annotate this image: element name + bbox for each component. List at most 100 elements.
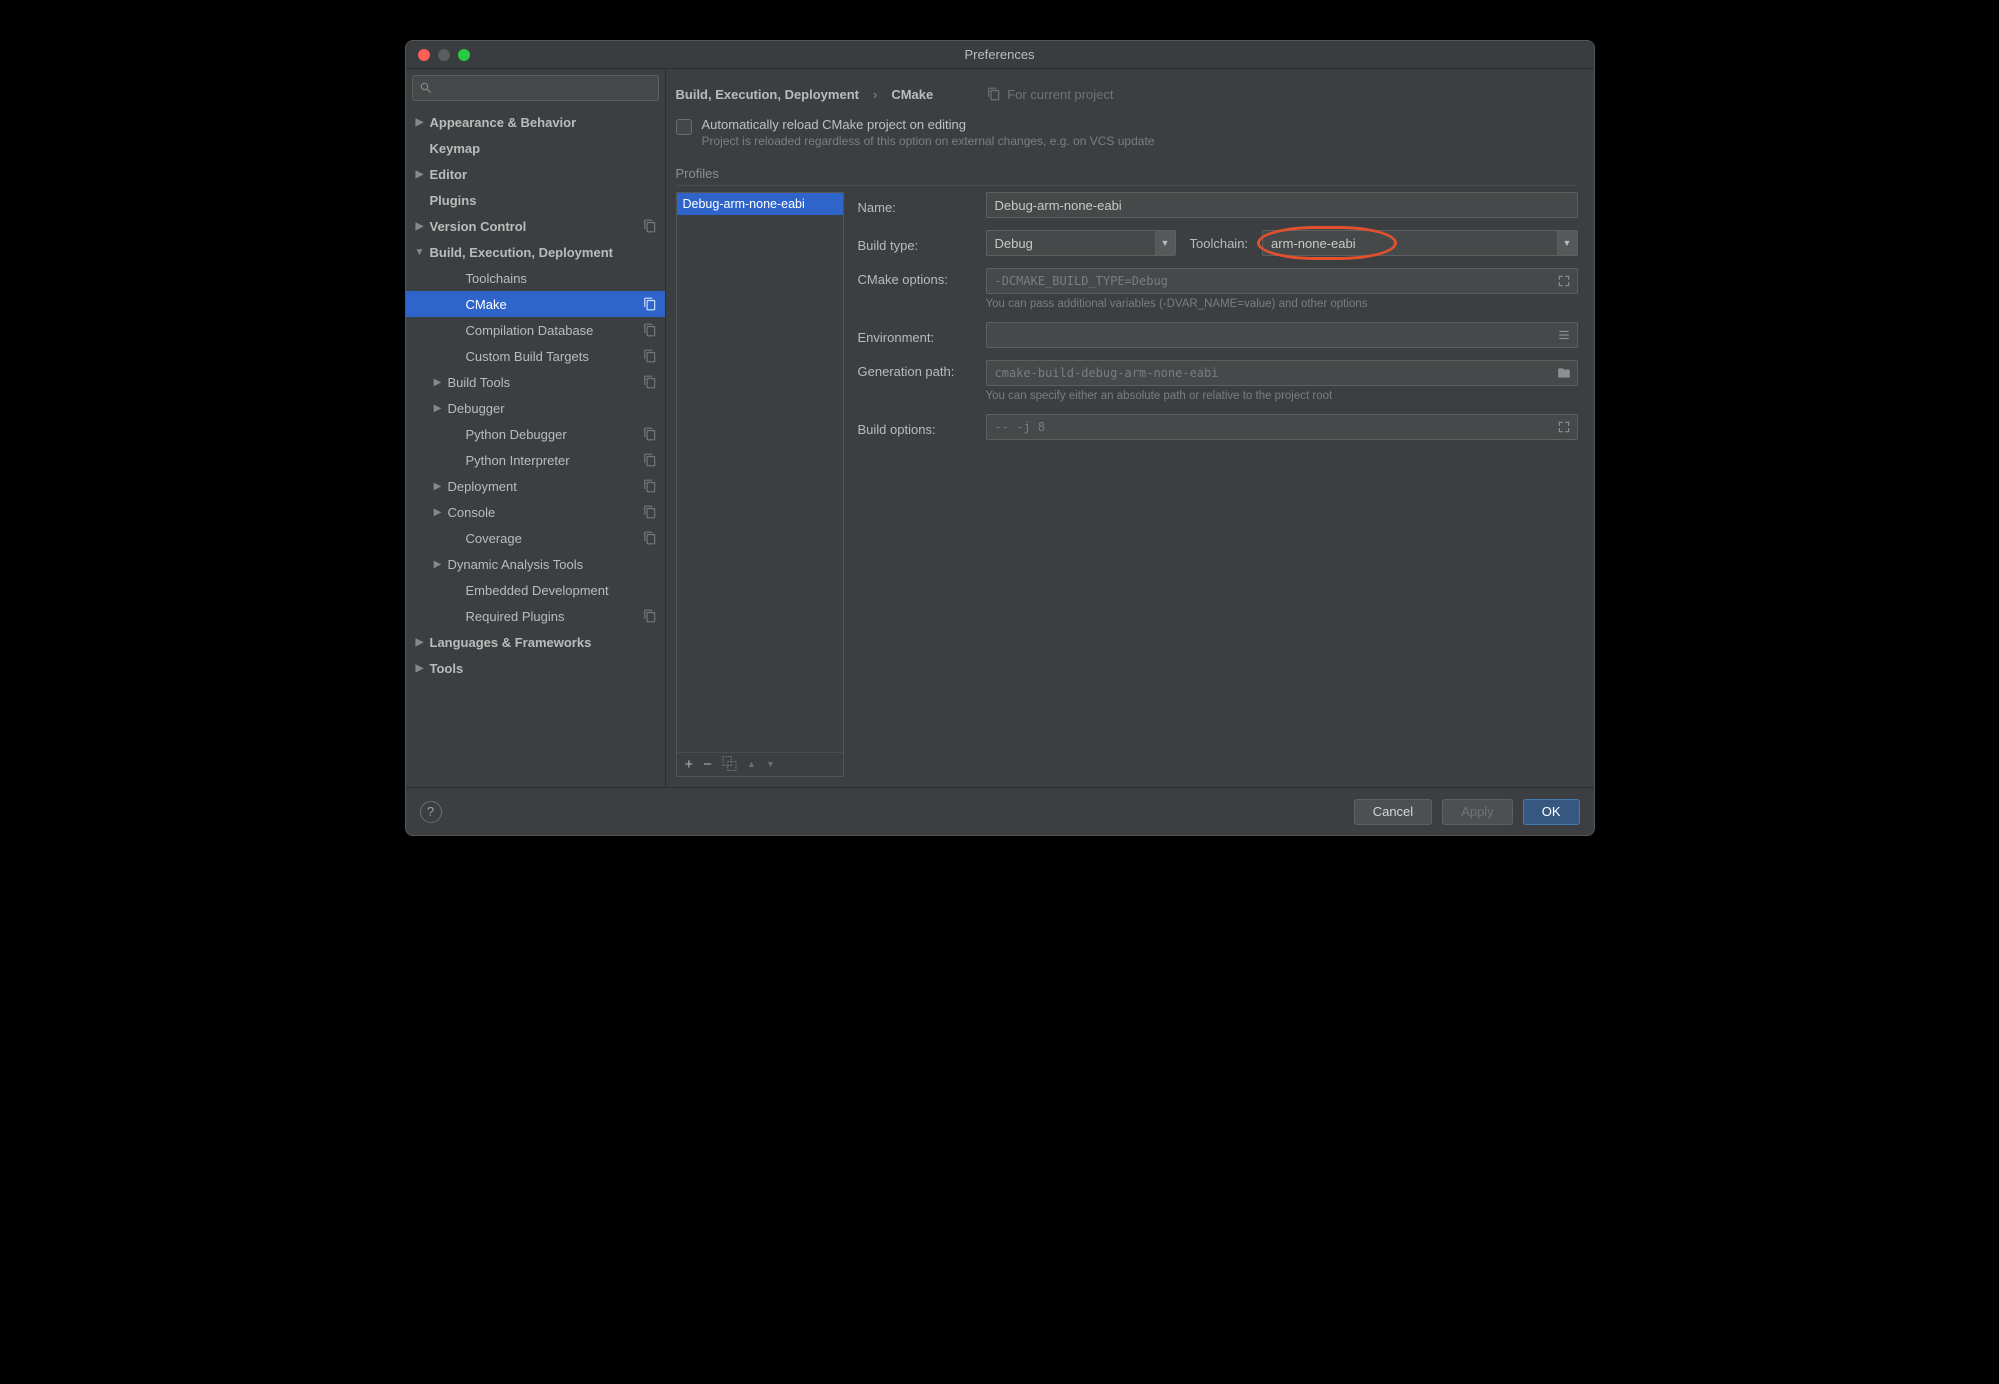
tree-item-embedded-development[interactable]: Embedded Development [406,577,665,603]
folder-icon[interactable] [1557,366,1571,380]
tree-item-label: Required Plugins [466,609,565,624]
tree-item-label: Dynamic Analysis Tools [448,557,584,572]
build-options-label: Build options: [858,418,974,437]
tree-item-custom-build-targets[interactable]: Custom Build Targets [406,343,665,369]
project-scope-icon [643,479,657,493]
search-input[interactable] [412,75,659,101]
tree-item-label: Coverage [466,531,522,546]
help-button[interactable]: ? [420,801,442,823]
project-scope-icon [643,427,657,441]
tree-item-build-execution-deployment[interactable]: ▼ Build, Execution, Deployment [406,239,665,265]
tree-item-cmake[interactable]: CMake [406,291,665,317]
tree-item-plugins[interactable]: Plugins [406,187,665,213]
tree-item-label: Console [448,505,496,520]
disclosure-arrow-icon: ▶ [432,377,444,388]
expand-icon[interactable] [1557,420,1571,434]
project-scope-icon [643,219,657,233]
tree-item-console[interactable]: ▶ Console [406,499,665,525]
copy-profile-button[interactable]: ⿻ [722,757,737,772]
remove-profile-button[interactable]: − [703,757,712,772]
cmake-options-input[interactable]: -DCMAKE_BUILD_TYPE=Debug [986,268,1578,294]
build-options-input[interactable]: -- -j 8 [986,414,1578,440]
tree-item-keymap[interactable]: Keymap [406,135,665,161]
environment-label: Environment: [858,326,974,345]
add-profile-button[interactable]: + [685,757,694,772]
copy-icon [987,87,1001,101]
profile-list-body[interactable]: Debug-arm-none-eabi [677,193,843,752]
breadcrumb-parent: Build, Execution, Deployment [676,87,859,102]
search-icon [419,81,433,95]
tree-item-tools[interactable]: ▶ Tools [406,655,665,681]
list-icon[interactable] [1557,328,1571,342]
tree-item-coverage[interactable]: Coverage [406,525,665,551]
breadcrumb-current: CMake [891,87,933,102]
tree-item-languages-frameworks[interactable]: ▶Languages & Frameworks [406,629,665,655]
profile-item[interactable]: Debug-arm-none-eabi [677,193,843,215]
body: ▶Appearance & Behavior Keymap ▶Editor Plugi… [406,69,1594,787]
auto-reload-row: Automatically reload CMake project on ed… [676,117,1578,148]
tree-item-appearance-behavior[interactable]: ▶Appearance & Behavior [406,109,665,135]
disclosure-arrow-icon: ▶ [414,117,426,128]
close-window-icon[interactable] [418,49,430,61]
tree-item-editor[interactable]: ▶Editor [406,161,665,187]
project-scope-icon [643,531,657,545]
minimize-window-icon[interactable] [438,49,450,61]
tree-item-label: Plugins [430,193,477,208]
auto-reload-desc: Project is reloaded regardless of this o… [702,134,1155,148]
name-input[interactable]: Debug-arm-none-eabi [986,192,1578,218]
apply-button[interactable]: Apply [1442,799,1513,825]
project-scope-icon [643,349,657,363]
cmake-options-hint: You can pass additional variables (-DVAR… [986,298,1578,310]
project-scope-icon [643,453,657,467]
footer: ? Cancel Apply OK [406,787,1594,835]
build-type-label: Build type: [858,234,974,253]
tree-item-dynamic-analysis-tools[interactable]: ▶ Dynamic Analysis Tools [406,551,665,577]
tree-item-label: Build Tools [448,375,511,390]
chevron-down-icon: ▼ [1557,231,1577,255]
cancel-button[interactable]: Cancel [1354,799,1432,825]
scope-label: For current project [1007,87,1113,102]
tree-item-label: Languages & Frameworks [430,635,592,650]
profiles-row: Debug-arm-none-eabi + − ⿻ ▲ ▼ Name: D [676,192,1578,777]
settings-tree[interactable]: ▶Appearance & Behavior Keymap ▶Editor Plugi… [406,107,665,787]
tree-item-label: Keymap [430,141,481,156]
disclosure-arrow-icon: ▶ [414,663,426,674]
disclosure-arrow-icon: ▶ [432,559,444,570]
main-panel: Build, Execution, Deployment › CMake For… [666,69,1594,787]
tree-item-version-control[interactable]: ▶Version Control [406,213,665,239]
tree-item-label: Toolchains [466,271,527,286]
tree-item-label: Compilation Database [466,323,594,338]
toolchain-select[interactable]: arm-none-eabi ▼ [1262,230,1577,256]
disclosure-arrow-icon: ▼ [414,247,426,258]
tree-item-debugger[interactable]: ▶Debugger [406,395,665,421]
tree-item-label: Deployment [448,479,517,494]
tree-item-required-plugins[interactable]: Required Plugins [406,603,665,629]
profile-form: Name: Debug-arm-none-eabi Build type: De… [858,192,1578,777]
toolchain-label: Toolchain: [1190,236,1249,251]
project-scope-icon [643,375,657,389]
tree-item-python-interpreter[interactable]: Python Interpreter [406,447,665,473]
disclosure-arrow-icon: ▶ [414,169,426,180]
tree-item-label: Tools [430,661,464,676]
tree-item-python-debugger[interactable]: Python Debugger [406,421,665,447]
chevron-down-icon: ▼ [1155,231,1175,255]
move-down-button[interactable]: ▼ [766,760,775,769]
disclosure-arrow-icon: ▶ [432,507,444,518]
tree-item-deployment[interactable]: ▶Deployment [406,473,665,499]
project-scope-icon [643,505,657,519]
ok-button[interactable]: OK [1523,799,1580,825]
tree-item-toolchains[interactable]: Toolchains [406,265,665,291]
generation-path-input[interactable]: cmake-build-debug-arm-none-eabi [986,360,1578,386]
preferences-window: Preferences ▶Appearance & BehaviorKeymap… [405,40,1595,836]
expand-icon[interactable] [1557,274,1571,288]
move-up-button[interactable]: ▲ [747,760,756,769]
tree-item-compilation-database[interactable]: Compilation Database [406,317,665,343]
zoom-window-icon[interactable] [458,49,470,61]
build-type-select[interactable]: Debug ▼ [986,230,1176,256]
tree-item-label: Build, Execution, Deployment [430,245,613,260]
tree-item-label: Version Control [430,219,527,234]
breadcrumb-separator: › [873,87,877,102]
environment-input[interactable] [986,322,1578,348]
auto-reload-checkbox[interactable] [676,119,692,135]
tree-item-build-tools[interactable]: ▶ Build Tools [406,369,665,395]
